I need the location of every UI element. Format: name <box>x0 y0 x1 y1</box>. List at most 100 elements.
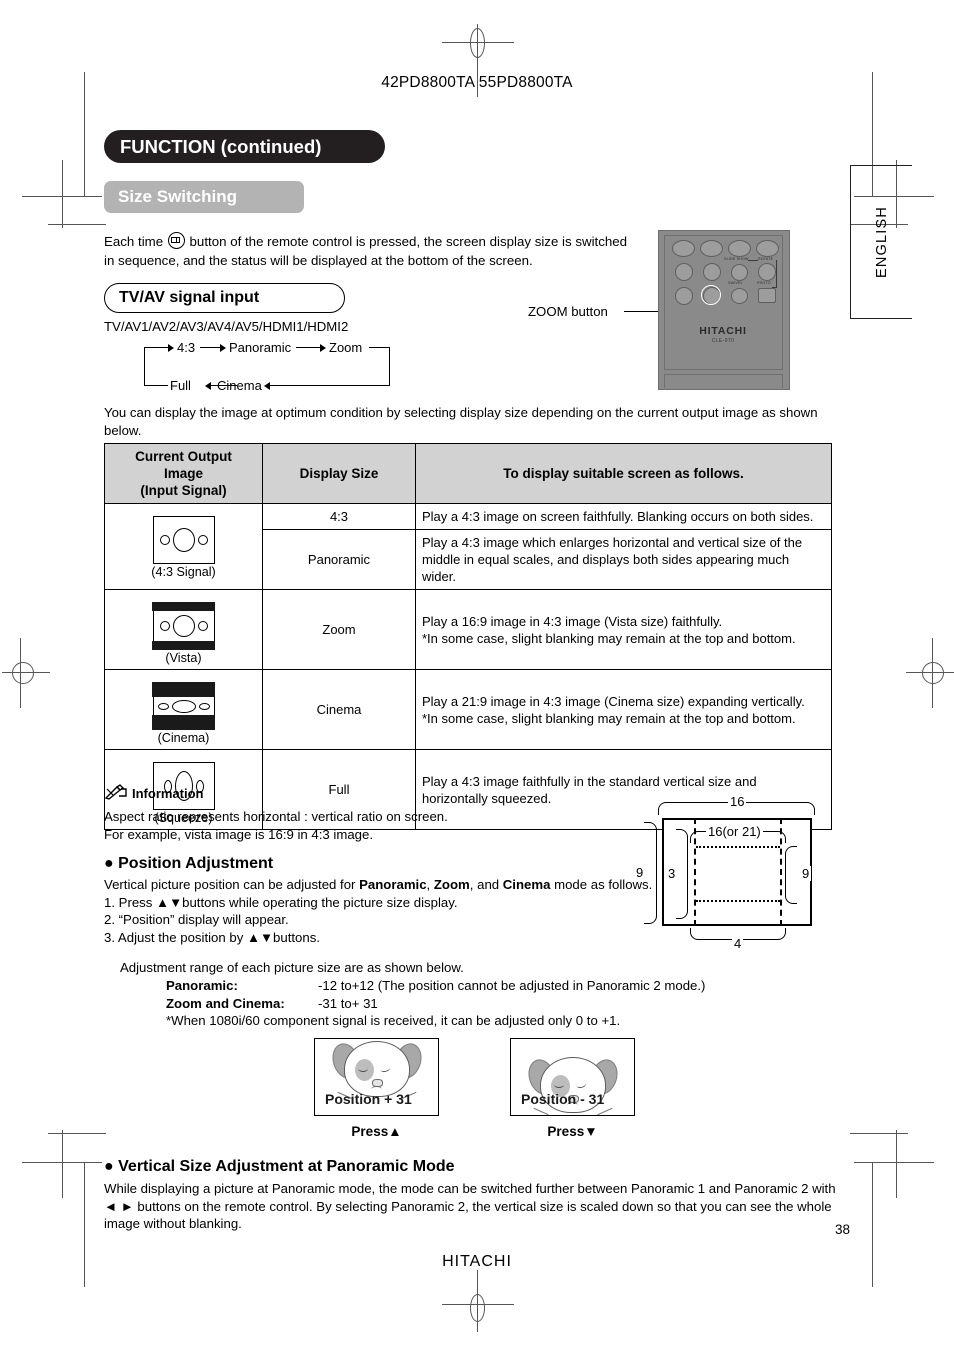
description-cell: Play a 4:3 image on screen faithfully. B… <box>415 503 832 530</box>
flow-label-4-3: 4:3 <box>174 340 199 355</box>
vertical-size-heading-label: Vertical Size Adjustment at Panoramic Mo… <box>118 1158 455 1175</box>
table-row: (Cinema) Cinema Play a 21:9 image in 4:3… <box>104 669 832 750</box>
aspect-cell-4to3: (4:3 Signal) <box>104 503 263 590</box>
display-size-table: Current Output Image (Input Signal) Disp… <box>104 443 832 830</box>
aspect-label: (Cinema) <box>157 731 210 745</box>
figure-center <box>171 699 196 713</box>
remote-lower-frame <box>664 374 783 388</box>
range-panoramic-label: Panoramic: <box>166 977 318 995</box>
remote-button-3[interactable] <box>728 240 751 257</box>
remote-button-menu[interactable] <box>675 287 693 305</box>
range-cinema-bold: Cinema <box>232 995 281 1011</box>
figure-small-right <box>197 621 208 631</box>
description-cell: Play a 21:9 image in 4:3 image (Cinema s… <box>415 669 832 750</box>
tvav-signal-input-box: TV/AV signal input <box>104 283 345 313</box>
aspect-figures <box>154 517 214 563</box>
dog-eye-left <box>554 1081 564 1088</box>
range-zoom-cinema-label: Zoom and Cinema: <box>166 995 318 1013</box>
language-tab: ENGLISH <box>850 165 912 319</box>
brace-right <box>785 846 797 904</box>
tvav-signal-input-label: TV/AV signal input <box>119 289 260 306</box>
range-zoom-cinema-colon: : <box>280 995 285 1011</box>
display-size-cell: Zoom <box>262 589 416 670</box>
press-down-label: Press▼ <box>547 1124 598 1139</box>
remote-button-2[interactable] <box>700 240 723 257</box>
press-up-label: Press▲ <box>351 1124 402 1139</box>
remote-button-rotate[interactable] <box>758 263 776 281</box>
position-adjustment-heading: ● Position Adjustment <box>104 855 273 873</box>
aspect-icon-cinema <box>152 681 215 731</box>
position-step-1: 1. Press ▲▼buttons while operating the p… <box>104 894 458 910</box>
range-panoramic-bold: Panoramic <box>166 978 234 993</box>
figure-small-left <box>159 621 170 631</box>
flow-label-zoom: Zoom <box>326 340 366 355</box>
footer-brand: HITACHI <box>442 1253 512 1270</box>
intro-text-before: Each time <box>104 234 164 249</box>
flow-label-panoramic: Panoramic <box>226 340 295 355</box>
range-zoom-cinema-value: -31 to+ 31 <box>318 995 378 1011</box>
figure-center <box>172 615 195 637</box>
information-line-1: Aspect ratio represents horizontal : ver… <box>104 809 448 824</box>
remote-button-sound-mode[interactable] <box>703 263 721 281</box>
display-size-cell: Cinema <box>262 669 416 750</box>
aspect-icon-4to3 <box>152 516 215 564</box>
zoom-button-callout: ZOOM button <box>528 304 608 319</box>
mode-zoom: Zoom <box>433 877 470 892</box>
sep-2: , and <box>469 877 503 892</box>
dog-whisker-right <box>597 1107 613 1115</box>
position-intro: Vertical picture position can be adjuste… <box>104 876 664 894</box>
remote-button-slide-show[interactable] <box>731 264 748 281</box>
page-title: FUNCTION (continued) <box>104 130 385 163</box>
information-line-2: For example, vista image is 16:9 in 4:3 … <box>104 827 374 842</box>
inner-top-dotted-line <box>696 846 780 848</box>
remote-button-swivel[interactable] <box>731 288 748 304</box>
figure-center <box>172 528 195 552</box>
remote-brand-label: HITACHI <box>699 325 747 337</box>
display-size-cell: 4:3 <box>262 503 416 530</box>
remote-button-1[interactable] <box>672 240 695 257</box>
model-numbers: 42PD8800TA 55PD8800TA <box>381 74 573 91</box>
header-line-2: Image <box>163 466 204 481</box>
vertical-size-heading: ● Vertical Size Adjustment at Panoramic … <box>104 1158 455 1176</box>
position-intro-a: Vertical picture position can be adjuste… <box>104 877 360 892</box>
information-heading: Information <box>132 786 204 801</box>
vertical-size-body: While displaying a picture at Panoramic … <box>104 1181 836 1231</box>
remote-label-photo: PHOTO <box>757 281 771 285</box>
range-panoramic-row: Panoramic: -12 to+12 (The position cannot… <box>166 977 846 995</box>
bullet-icon: ● <box>104 1158 114 1175</box>
remote-label-swivel: SWIVEL <box>728 281 743 285</box>
sep-1: , <box>426 877 434 892</box>
page-number: 38 <box>834 1222 850 1237</box>
figure-small-left <box>159 535 170 545</box>
remote-button-picture-mode[interactable] <box>675 263 693 281</box>
aspect-icon-vista <box>152 601 215 651</box>
remote-button-photo[interactable] <box>758 288 776 303</box>
position-step-3: 3. Adjust the position by ▲▼buttons. <box>104 929 320 945</box>
table-row: (Vista) Zoom Play a 16:9 image in 4:3 im… <box>104 589 832 670</box>
remote-button-4[interactable] <box>756 240 779 257</box>
osd-position-text: Position + 31 <box>325 1091 412 1107</box>
pencil-icon <box>104 784 127 800</box>
aspect-cell-cinema: (Cinema) <box>104 669 263 750</box>
aspect-figures <box>154 603 214 649</box>
position-step-2: 2. “Position” display will appear. <box>104 912 289 927</box>
ratio-left-inner-label: 3 <box>666 866 678 881</box>
position-adjustment-body: Vertical picture position can be adjuste… <box>104 876 664 946</box>
range-zoom-cinema-row: Zoom and Cinema: -31 to+ 31 <box>166 995 846 1013</box>
adjustment-range-intro: Adjustment range of each picture size ar… <box>120 960 464 975</box>
osd-example-up: Position + 31 <box>314 1038 439 1116</box>
aspect-label: (4:3 Signal) <box>151 565 216 579</box>
section-heading-label: Size Switching <box>118 187 238 206</box>
ratio-inner-top-label: 16(or 21) <box>706 824 763 839</box>
remote-control-image: SLIDE SHOW ROTATE SWIVEL PHOTO HITACHI C… <box>658 230 790 390</box>
table-header-display-size: Display Size <box>262 443 416 504</box>
ratio-top-label: 16 <box>728 794 747 809</box>
input-list: TV/AV1/AV2/AV3/AV4/AV5/HDMI1/HDMI2 <box>104 319 349 334</box>
table-header-current-output-image: Current Output Image (Input Signal) <box>104 443 263 504</box>
osd-position-text: Position - 31 <box>521 1091 605 1107</box>
adjustment-ranges: Panoramic: -12 to+12 (The position cannot… <box>166 977 846 1030</box>
dog-whisker-left <box>533 1107 549 1115</box>
size-sequence-diagram: 4:3 Panoramic Zoom Cinema Full <box>104 336 404 398</box>
ratio-bottom-label: 4 <box>732 936 744 951</box>
display-size-paragraph: You can display the image at optimum con… <box>104 405 818 438</box>
